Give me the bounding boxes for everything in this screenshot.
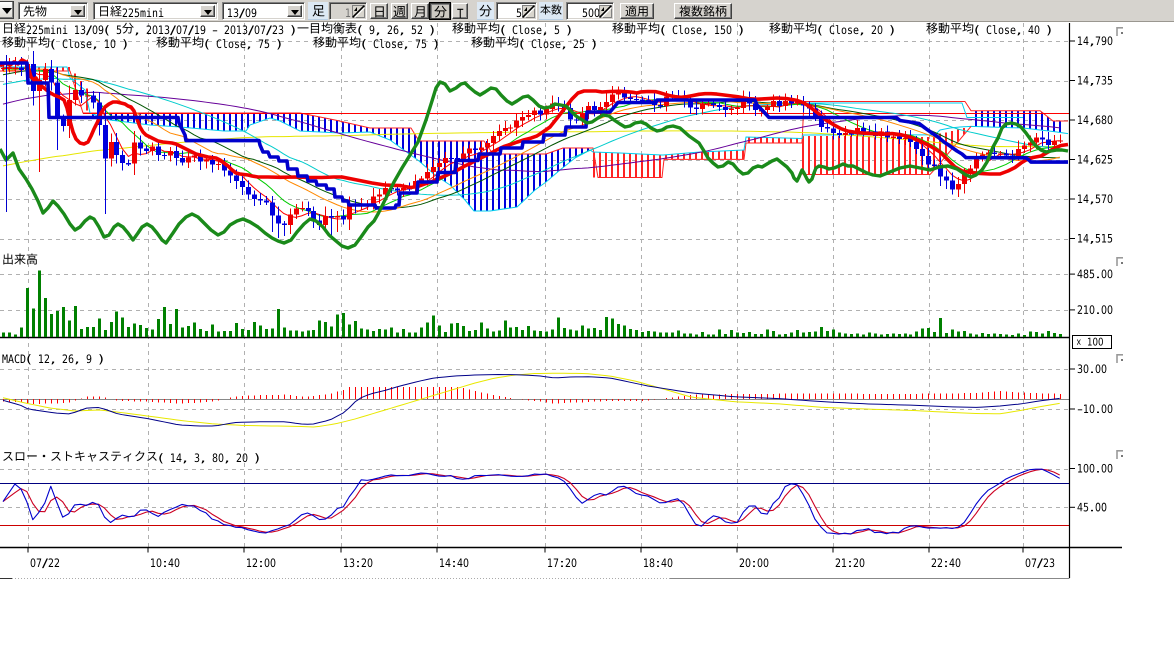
bar-count-label [539, 2, 563, 20]
bar-interval-spinner-icon[interactable] [352, 5, 365, 18]
category-combo-arrow-icon[interactable] [70, 5, 85, 17]
edge-dropdown-arrow-icon [2, 8, 12, 14]
bar-count-spinner-icon[interactable] [599, 5, 612, 18]
toolbar [0, 0, 1174, 22]
symbol-combo[interactable] [93, 2, 218, 20]
chart-application [0, 0, 1174, 672]
minute-count-spinner-icon[interactable] [522, 5, 535, 18]
minute-unit-label [477, 2, 494, 20]
minute-count-field[interactable] [496, 2, 537, 20]
period-month-button[interactable] [411, 3, 429, 19]
contract-combo-arrow-icon[interactable] [287, 5, 302, 17]
chart-canvas[interactable] [0, 22, 1174, 672]
period-minute-button[interactable] [430, 3, 450, 19]
bar-count-field[interactable] [566, 2, 614, 20]
bar-type-label [308, 2, 328, 20]
contract-combo[interactable] [222, 2, 305, 20]
symbol-combo-arrow-icon[interactable] [200, 5, 215, 17]
period-day-button[interactable] [370, 3, 388, 19]
bar-interval-field[interactable] [329, 2, 367, 20]
category-combo[interactable] [18, 2, 88, 20]
apply-button[interactable] [620, 3, 654, 19]
period-tick-button[interactable] [452, 3, 468, 19]
multi-symbol-button[interactable] [674, 3, 732, 19]
chart-background [0, 22, 1174, 578]
edge-dropdown-button[interactable] [0, 1, 14, 19]
period-week-button[interactable] [391, 3, 408, 19]
